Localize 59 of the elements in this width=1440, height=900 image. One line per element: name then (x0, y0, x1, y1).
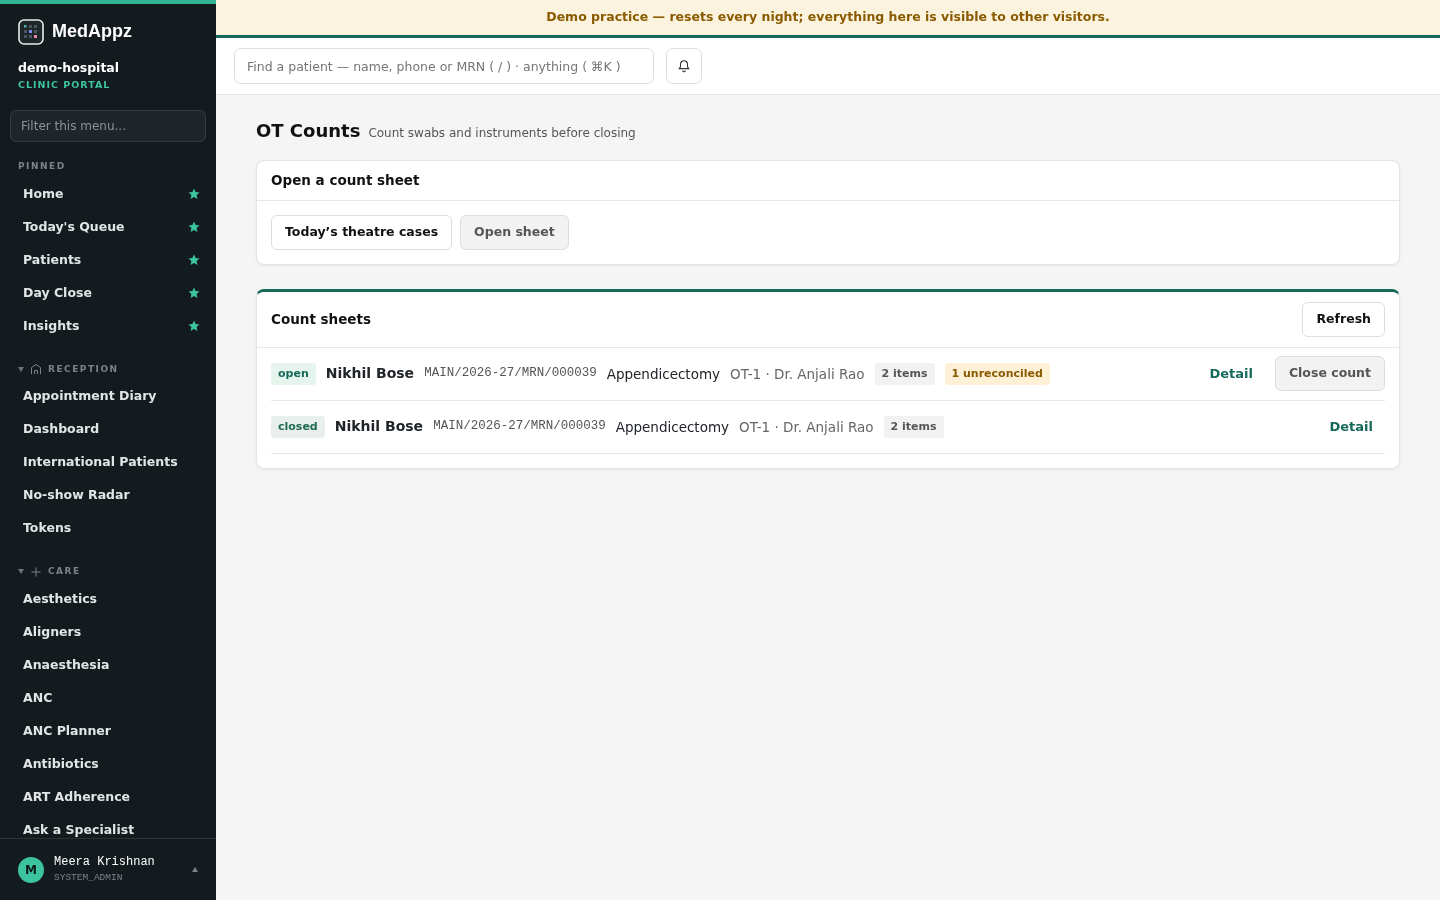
action-button[interactable]: Today’s theatre cases (271, 215, 453, 250)
notifications-button[interactable] (666, 48, 702, 84)
card-title: Count sheets (271, 310, 371, 330)
nav-item[interactable]: Aligners (0, 615, 216, 649)
mrn-text: MAIN/2026-27/MRN/000039 (433, 418, 606, 436)
nav-item[interactable]: Appointment Diary (0, 380, 216, 413)
nav-item[interactable]: Anaesthesia (0, 648, 216, 682)
menu-filter-field[interactable]: Filter this menu... (10, 110, 206, 142)
warning-badge: 1 unreconciled (944, 362, 1050, 385)
items-badge: 2 items (874, 362, 935, 385)
caret-icon[interactable] (18, 569, 24, 575)
caret-icon[interactable] (192, 867, 198, 872)
demo-banner: Demo practice — resets every night; everything here is visible to other visitors. (216, 0, 1440, 38)
caret-icon[interactable] (18, 366, 24, 372)
status-badge: open (271, 362, 316, 385)
section-label: RECEPTION (48, 362, 119, 376)
card-title: Open a count sheet (271, 171, 420, 191)
detail-link[interactable]: Detail (1197, 364, 1265, 384)
items-badge: 2 items (883, 415, 944, 438)
plus-icon (30, 565, 42, 578)
procedure-text: Appendicectomy (615, 417, 730, 437)
nav-item[interactable]: No-show Radar (0, 479, 216, 512)
bell-icon (677, 59, 691, 73)
section-label: PINNED (18, 160, 66, 173)
brand-name: MedAppz (52, 20, 132, 43)
nav-item[interactable]: Tokens (0, 512, 216, 545)
nav-item[interactable]: International Patients (0, 446, 216, 479)
patient-name: Nikhil Bose (325, 364, 415, 384)
user-name: Meera Krishnan (54, 854, 156, 872)
page-title: OT Counts (256, 119, 361, 143)
nav-item[interactable]: Aesthetics (0, 582, 216, 616)
patient-name: Nikhil Bose (334, 417, 424, 437)
nav-item[interactable]: Day Close (0, 276, 216, 310)
building-icon (30, 363, 42, 376)
page-subtitle: Count swabs and instruments before closing (368, 125, 636, 142)
mrn-text: MAIN/2026-27/MRN/000039 (424, 365, 597, 383)
nav-item[interactable]: Antibiotics (0, 747, 216, 781)
nav-item[interactable]: ANC Planner (0, 714, 216, 748)
detail-link[interactable]: Detail (1317, 417, 1385, 437)
theatre-text: OT-1 · Dr. Anjali Rao (730, 364, 865, 384)
procedure-text: Appendicectomy (606, 364, 721, 384)
nav-item[interactable]: ART Adherence (0, 780, 216, 814)
org-name: demo-hospital (18, 59, 121, 77)
nav-item[interactable]: Home (0, 177, 216, 211)
nav-item[interactable]: Dashboard (0, 413, 216, 446)
status-badge: closed (271, 415, 325, 438)
theatre-text: OT-1 · Dr. Anjali Rao (739, 417, 874, 437)
nav-item[interactable]: ANC (0, 681, 216, 715)
nav-item[interactable]: Insights (0, 309, 216, 343)
section-label: CARE (48, 565, 81, 578)
user-role: SYSTEM_ADMIN (54, 871, 124, 886)
portal-label: CLINIC PORTAL (18, 77, 112, 92)
refresh-button[interactable]: Refresh (1302, 301, 1385, 337)
nav-item[interactable]: Today's Queue (0, 210, 216, 244)
nav-item[interactable]: Ask a Specialist (0, 813, 216, 838)
patient-search-field[interactable]: Find a patient — name, phone or MRN ( / ) · anything ( ⌘K ) (234, 48, 654, 84)
logo-icon (18, 18, 44, 45)
nav-item[interactable]: Patients (0, 243, 216, 277)
avatar: M (18, 856, 44, 883)
